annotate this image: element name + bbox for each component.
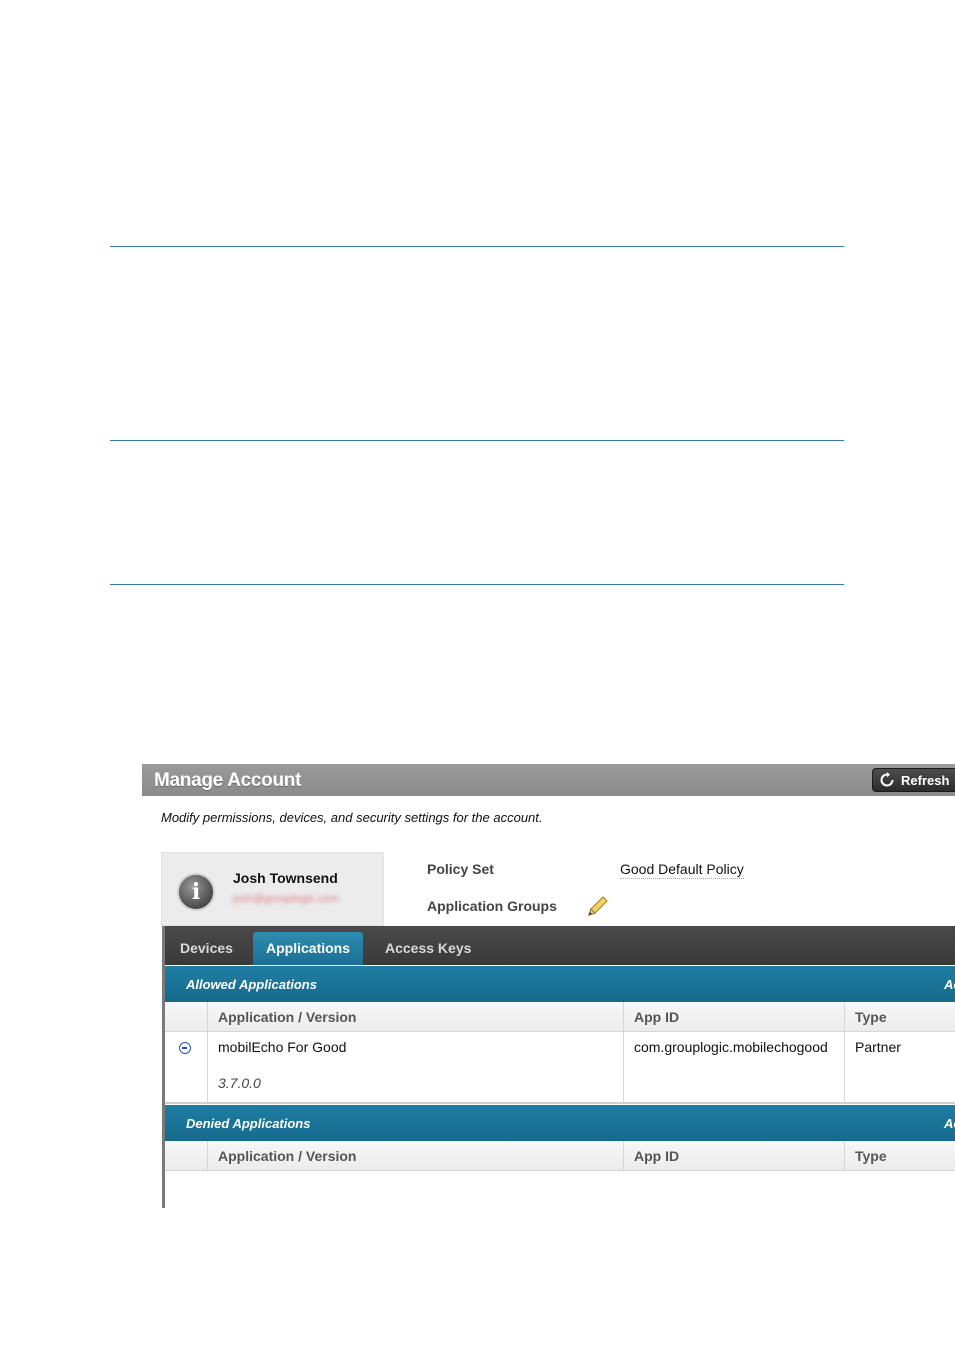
application-groups-label: Application Groups bbox=[427, 898, 557, 914]
policy-set-value[interactable]: Good Default Policy bbox=[620, 861, 744, 879]
tabs-container: Devices Applications Access Keys Allowed… bbox=[162, 926, 955, 1208]
application-cell: mobilEcho For Good 3.7.0.0 bbox=[208, 1032, 624, 1102]
column-header-application[interactable]: Application / Version bbox=[208, 1141, 624, 1171]
app-type: Partner bbox=[855, 1039, 901, 1055]
app-id-cell: com.grouplogic.mobilechogood bbox=[624, 1032, 845, 1102]
remove-icon[interactable] bbox=[179, 1042, 191, 1054]
user-name: Josh Townsend bbox=[233, 870, 338, 886]
app-version: 3.7.0.0 bbox=[218, 1075, 261, 1091]
refresh-icon bbox=[880, 772, 894, 787]
page-subtitle: Modify permissions, devices, and securit… bbox=[161, 810, 543, 825]
row-action-cell bbox=[165, 1032, 208, 1102]
column-header-app-id[interactable]: App ID bbox=[624, 1141, 845, 1171]
denied-applications-header: Denied Applications Ac bbox=[165, 1105, 955, 1141]
allowed-applications-title: Allowed Applications bbox=[186, 977, 317, 992]
denied-table-header: Application / Version App ID Type bbox=[165, 1141, 955, 1171]
divider-line-2 bbox=[110, 440, 844, 441]
edit-pencil-icon[interactable] bbox=[585, 895, 609, 919]
tab-access-keys[interactable]: Access Keys bbox=[372, 932, 484, 965]
app-id: com.grouplogic.mobilechogood bbox=[634, 1039, 828, 1055]
info-icon: i bbox=[177, 873, 215, 911]
policy-set-label: Policy Set bbox=[427, 861, 494, 877]
tab-bar: Devices Applications Access Keys bbox=[165, 926, 955, 965]
title-bar: Manage Account Refresh bbox=[142, 764, 955, 796]
select-column-header bbox=[165, 1002, 208, 1032]
column-header-application[interactable]: Application / Version bbox=[208, 1002, 624, 1032]
tab-devices[interactable]: Devices bbox=[167, 932, 246, 965]
select-column-header bbox=[165, 1141, 208, 1171]
denied-add-link[interactable]: Ac bbox=[944, 1116, 955, 1131]
divider-line-3 bbox=[110, 584, 844, 585]
user-email: josh@grouplogic.com bbox=[233, 893, 339, 905]
divider-line-1 bbox=[110, 246, 844, 247]
column-header-type[interactable]: Type bbox=[845, 1141, 955, 1171]
allowed-applications-header: Allowed Applications Ac bbox=[165, 966, 955, 1002]
allowed-add-link[interactable]: Ac bbox=[944, 977, 955, 992]
allowed-table-header: Application / Version App ID Type bbox=[165, 1002, 955, 1032]
app-name: mobilEcho For Good bbox=[218, 1039, 347, 1055]
table-row: mobilEcho For Good 3.7.0.0 com.grouplogi… bbox=[165, 1032, 955, 1104]
user-card: i Josh Townsend josh@grouplogic.com bbox=[161, 852, 384, 926]
type-cell: Partner bbox=[845, 1032, 955, 1102]
column-header-type[interactable]: Type bbox=[845, 1002, 955, 1032]
manage-account-panel: Manage Account Refresh Modify permission… bbox=[142, 764, 955, 1208]
page-title: Manage Account bbox=[154, 770, 302, 791]
tab-applications[interactable]: Applications bbox=[253, 932, 364, 965]
refresh-button[interactable]: Refresh bbox=[872, 768, 955, 792]
denied-applications-title: Denied Applications bbox=[186, 1116, 311, 1131]
column-header-app-id[interactable]: App ID bbox=[624, 1002, 845, 1032]
refresh-label: Refresh bbox=[901, 772, 950, 788]
